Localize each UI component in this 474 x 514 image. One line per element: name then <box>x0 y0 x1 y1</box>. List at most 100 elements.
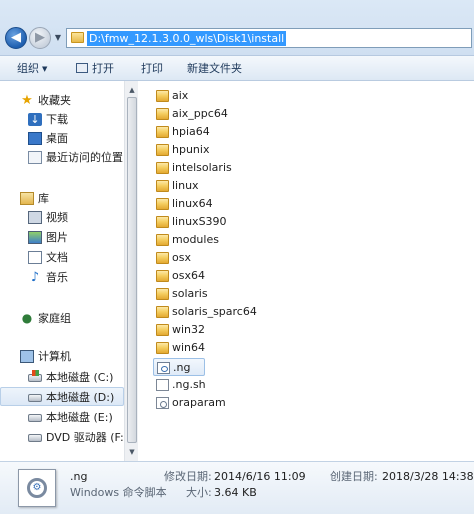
details-pane: ⚙ .ng Windows 命令脚本 修改日期: 2014/6/16 11:09… <box>0 461 474 514</box>
file-row[interactable]: oraparam <box>153 394 333 412</box>
file-row[interactable]: osx64 <box>153 267 333 285</box>
file-row[interactable]: aix <box>153 87 333 105</box>
file-name: oraparam <box>172 396 226 409</box>
address-path[interactable]: D:\fmw_12.1.3.0.0_wls\Disk1\install <box>87 31 287 46</box>
folder-icon <box>156 216 169 228</box>
folder-icon <box>156 108 169 120</box>
folder-icon <box>156 126 169 138</box>
organize-label: 组织 <box>17 62 39 75</box>
nav-computer[interactable]: 计算机 <box>0 347 124 366</box>
forward-button[interactable]: ▶ <box>29 27 51 49</box>
file-list: aix aix_ppc64 hpia64 hpunix intelsolaris… <box>139 81 474 461</box>
nav-documents-label: 文档 <box>46 251 68 264</box>
nav-drive-d[interactable]: 本地磁盘 (D:) <box>0 387 124 406</box>
folder-icon <box>71 32 84 43</box>
command-bar: 组织 ▼ 打开 打印 新建文件夹 <box>0 56 474 81</box>
nav-videos[interactable]: 视频 <box>0 208 124 227</box>
organize-button[interactable]: 组织 ▼ <box>17 56 47 81</box>
nav-favorites[interactable]: ★ 收藏夹 <box>0 91 124 110</box>
nav-downloads-label: 下载 <box>46 113 68 126</box>
file-row[interactable]: win64 <box>153 339 333 357</box>
scrollbar-thumb[interactable] <box>127 97 137 443</box>
selected-file-name: .ng <box>70 470 88 483</box>
nav-computer-label: 计算机 <box>38 350 71 363</box>
nav-drive-f[interactable]: DVD 驱动器 (F:) <box>0 428 124 447</box>
folder-icon <box>156 252 169 264</box>
nav-videos-label: 视频 <box>46 211 68 224</box>
nav-drive-e-label: 本地磁盘 (E:) <box>46 411 113 424</box>
file-row[interactable]: hpunix <box>153 141 333 159</box>
scroll-up-icon[interactable]: ▲ <box>126 84 138 96</box>
script-file-icon <box>157 362 170 374</box>
nav-documents[interactable]: 文档 <box>0 248 124 267</box>
file-row[interactable]: solaris <box>153 285 333 303</box>
nav-downloads[interactable]: ↓ 下载 <box>0 110 124 129</box>
file-row[interactable]: linuxS390 <box>153 213 333 231</box>
library-icon <box>20 192 34 205</box>
folder-icon <box>156 198 169 210</box>
nav-music[interactable]: ♪ 音乐 <box>0 268 124 287</box>
file-name: osx64 <box>172 269 205 282</box>
folder-icon <box>156 162 169 174</box>
folder-icon <box>156 180 169 192</box>
file-row[interactable]: hpia64 <box>153 123 333 141</box>
folder-icon <box>156 270 169 282</box>
picture-icon <box>28 231 42 244</box>
nav-pictures[interactable]: 图片 <box>0 228 124 247</box>
new-folder-label: 新建文件夹 <box>187 62 242 75</box>
file-name: .ng <box>173 361 191 374</box>
download-icon: ↓ <box>28 113 42 126</box>
file-name: solaris_sparc64 <box>172 305 257 318</box>
file-name: solaris <box>172 287 208 300</box>
size-label: 大小: <box>186 486 212 499</box>
address-input[interactable]: D:\fmw_12.1.3.0.0_wls\Disk1\install <box>66 28 472 48</box>
file-row[interactable]: linux64 <box>153 195 333 213</box>
recent-pages-dropdown[interactable]: ▼ <box>53 33 63 43</box>
video-icon <box>28 211 42 224</box>
open-button[interactable]: 打开 <box>76 56 114 81</box>
file-name: win32 <box>172 323 206 336</box>
nav-libraries[interactable]: 库 <box>0 189 124 208</box>
modified-label: 修改日期: <box>164 470 212 483</box>
folder-icon <box>156 324 169 336</box>
chevron-down-icon: ▼ <box>42 65 48 73</box>
file-name: aix_ppc64 <box>172 107 228 120</box>
nav-drive-c[interactable]: 本地磁盘 (C:) <box>0 368 124 387</box>
file-row[interactable]: solaris_sparc64 <box>153 303 333 321</box>
folder-icon <box>156 306 169 318</box>
file-row[interactable]: .ng.sh <box>153 376 333 394</box>
modified-value: 2014/6/16 11:09 <box>214 470 306 483</box>
file-row[interactable]: aix_ppc64 <box>153 105 333 123</box>
file-name: linuxS390 <box>172 215 227 228</box>
file-name: linux64 <box>172 197 213 210</box>
print-button[interactable]: 打印 <box>141 56 163 81</box>
script-file-icon: ⚙ <box>27 478 47 498</box>
file-row[interactable]: osx <box>153 249 333 267</box>
file-row[interactable]: linux <box>153 177 333 195</box>
computer-icon <box>20 350 34 363</box>
scroll-down-icon[interactable]: ▼ <box>126 446 138 458</box>
document-icon <box>28 251 42 264</box>
file-row[interactable]: win32 <box>153 321 333 339</box>
nav-homegroup[interactable]: ● 家庭组 <box>0 309 124 328</box>
nav-drive-e[interactable]: 本地磁盘 (E:) <box>0 408 124 427</box>
nav-desktop[interactable]: 桌面 <box>0 129 124 148</box>
file-name: osx <box>172 251 191 264</box>
nav-recent-places[interactable]: 最近访问的位置 <box>0 148 124 167</box>
new-folder-button[interactable]: 新建文件夹 <box>187 56 242 81</box>
back-button[interactable]: ◀ <box>5 27 27 49</box>
hard-drive-icon <box>28 414 42 422</box>
file-row-selected[interactable]: .ng <box>153 358 205 376</box>
file-name: hpia64 <box>172 125 210 138</box>
nav-drive-f-label: DVD 驱动器 (F:) <box>46 431 124 444</box>
file-name: linux <box>172 179 199 192</box>
chevron-down-icon: ▼ <box>54 33 62 42</box>
file-row[interactable]: intelsolaris <box>153 159 333 177</box>
folder-icon <box>156 234 169 246</box>
dvd-drive-icon <box>28 434 42 442</box>
navigation-scrollbar[interactable]: ▲ ▼ <box>124 81 138 461</box>
recent-places-icon <box>28 151 42 164</box>
nav-libraries-label: 库 <box>38 192 49 205</box>
created-value: 2018/3/28 14:38 <box>382 470 474 483</box>
file-row[interactable]: modules <box>153 231 333 249</box>
